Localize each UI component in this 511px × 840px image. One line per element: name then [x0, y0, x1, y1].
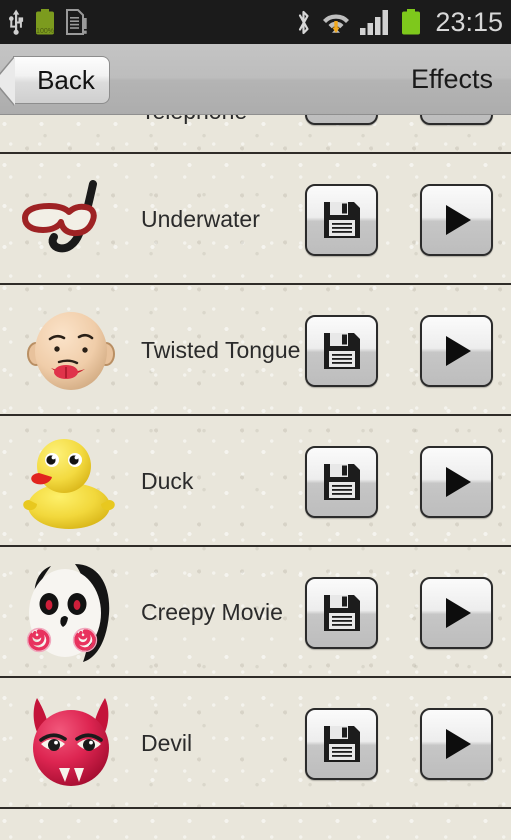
list-item[interactable]: Twisted Tongue — [0, 285, 511, 416]
play-button[interactable] — [420, 314, 493, 387]
telephone-handset-icon — [8, 115, 134, 154]
list-item-actions — [305, 154, 493, 285]
list-item-label: Twisted Tongue — [141, 336, 301, 363]
status-bar-left-icons: 100% — [6, 8, 88, 36]
list-item-actions — [305, 285, 493, 416]
usb-icon — [6, 9, 26, 35]
list-item-label: Creepy Movie — [141, 598, 283, 625]
save-button[interactable] — [305, 576, 378, 649]
list-item-actions — [305, 547, 493, 678]
bluetooth-icon — [295, 9, 312, 36]
list-item[interactable]: Duck — [0, 416, 511, 547]
battery-charging-icon: 100% — [34, 8, 56, 36]
signal-bars-icon — [360, 9, 391, 35]
page-title: Effects — [410, 64, 493, 94]
status-clock: 23:15 — [435, 6, 503, 37]
save-icon — [323, 332, 360, 369]
play-button[interactable] — [420, 115, 493, 125]
creepy-puppet-face-icon — [8, 547, 134, 678]
back-button[interactable]: Back — [0, 56, 110, 106]
bald-face-tongue-icon — [8, 285, 134, 416]
battery-icon — [400, 8, 422, 36]
status-bar: 100% 23:15 — [0, 0, 511, 44]
list-item-label: Duck — [141, 467, 194, 494]
list-item-actions — [305, 678, 493, 809]
list-item-actions — [305, 416, 493, 547]
save-button[interactable] — [305, 115, 378, 125]
devil-face-icon — [8, 678, 134, 809]
list-item-label: Telephone — [141, 115, 301, 125]
play-icon — [445, 204, 471, 235]
list-item[interactable]: Devil — [0, 678, 511, 809]
effects-list[interactable]: Telephone — [0, 115, 511, 840]
list-item[interactable]: Creepy Movie — [0, 547, 511, 678]
play-icon — [445, 466, 471, 497]
rubber-duck-icon — [8, 416, 134, 547]
list-item[interactable]: Underwater — [0, 154, 511, 285]
play-icon — [445, 335, 471, 366]
battery-percent-label: 100% — [36, 28, 54, 35]
diving-goggles-snorkel-icon — [8, 154, 134, 285]
play-icon — [445, 597, 471, 628]
play-button[interactable] — [420, 707, 493, 780]
sd-card-warning-icon — [64, 8, 88, 36]
save-button[interactable] — [305, 183, 378, 256]
app-screen: 100% 23:15 Back Effects Underwater Twist… — [0, 0, 511, 840]
back-button-label: Back — [37, 65, 95, 95]
list-item-actions — [305, 115, 493, 154]
status-bar-right-icons: 23:15 — [295, 7, 503, 38]
save-icon — [323, 594, 360, 631]
play-icon — [445, 728, 471, 759]
save-icon — [323, 463, 360, 500]
save-button[interactable] — [305, 707, 378, 780]
save-button[interactable] — [305, 314, 378, 387]
play-button[interactable] — [420, 576, 493, 649]
navigation-bar: Back Effects — [0, 44, 511, 115]
wifi-download-icon — [321, 9, 351, 35]
list-item[interactable]: Telephone — [0, 115, 511, 154]
play-button[interactable] — [420, 445, 493, 518]
save-button[interactable] — [305, 445, 378, 518]
save-icon — [323, 725, 360, 762]
save-icon — [323, 201, 360, 238]
list-item-label: Devil — [141, 729, 193, 756]
list-item-label: Underwater — [141, 205, 260, 232]
play-button[interactable] — [420, 183, 493, 256]
